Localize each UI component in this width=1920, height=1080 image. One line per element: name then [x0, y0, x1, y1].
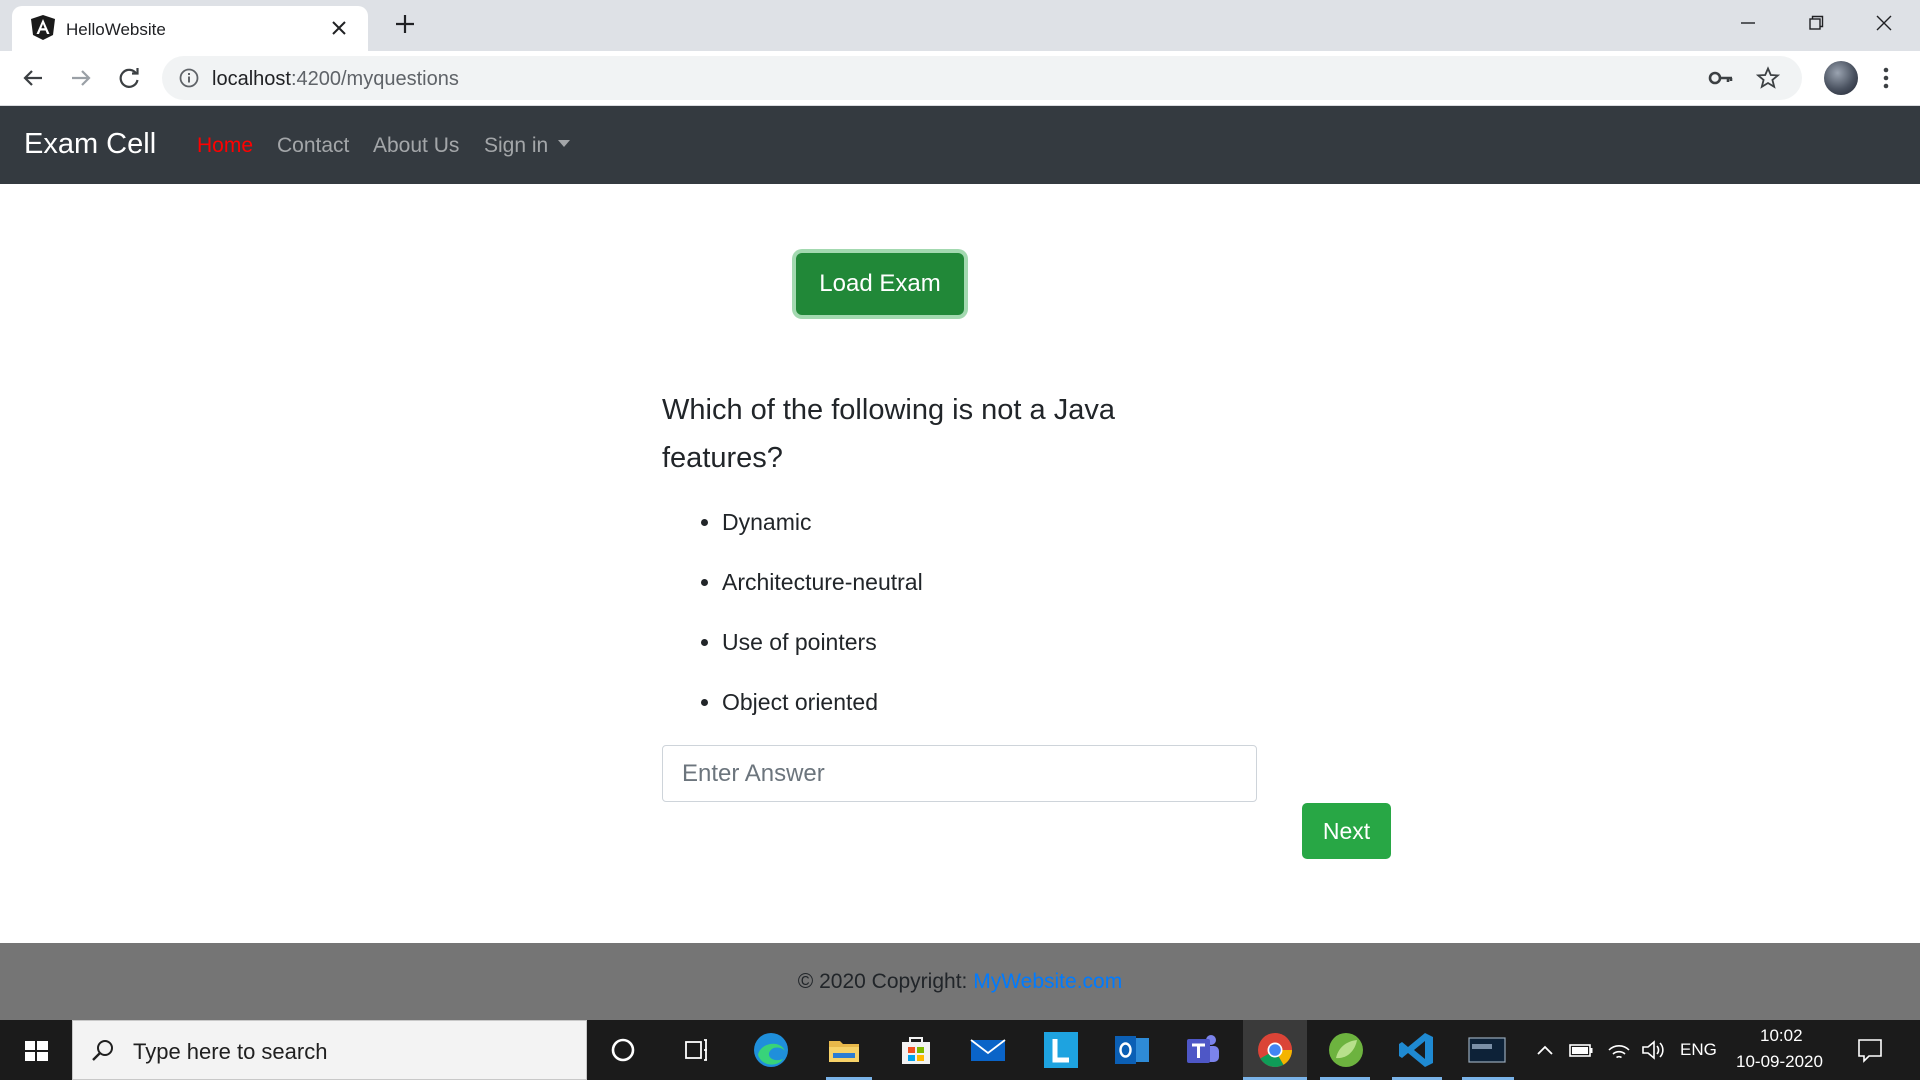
browser-menu-icon[interactable] [1874, 65, 1898, 91]
chevron-down-icon [558, 139, 571, 147]
windows-taskbar: Type here to search ENG 10:02 10-09-2020 [0, 1020, 1920, 1080]
option-item: Object oriented [722, 678, 923, 738]
spring-icon[interactable] [1325, 1029, 1367, 1071]
option-item: Use of pointers [722, 618, 923, 678]
file-explorer-icon[interactable] [823, 1029, 865, 1071]
close-window-icon[interactable] [1864, 8, 1904, 38]
tab-title: HelloWebsite [66, 20, 166, 39]
language-indicator[interactable]: ENG [1680, 1040, 1717, 1060]
battery-icon[interactable] [1568, 1040, 1594, 1060]
url-host: localhost [212, 68, 291, 90]
clock-time[interactable]: 10:02 [1760, 1026, 1803, 1046]
windows-start-icon[interactable] [0, 1020, 72, 1080]
chrome-icon[interactable] [1254, 1029, 1296, 1071]
option-item: Dynamic [722, 498, 923, 558]
wifi-icon[interactable] [1606, 1038, 1632, 1062]
l-app-icon[interactable] [1040, 1029, 1082, 1071]
volume-icon[interactable] [1640, 1038, 1666, 1062]
store-icon[interactable] [895, 1029, 937, 1071]
footer-website-link[interactable]: MyWebsite.com [973, 970, 1122, 993]
profile-avatar[interactable] [1824, 61, 1858, 95]
url-path: :4200/myquestions [290, 68, 459, 90]
url-text: localhost:4200/myquestions [212, 68, 459, 91]
copyright-text: © 2020 Copyright: MyWebsite.com [0, 970, 1920, 994]
question-text: Which of the following is not a Java fea… [662, 394, 1115, 474]
close-tab-icon[interactable] [328, 17, 350, 39]
browser-tab-strip: HelloWebsite [0, 0, 1920, 51]
sign-in-label: Sign in [484, 134, 549, 157]
chevron-up-icon[interactable] [1534, 1040, 1556, 1060]
mysql-icon[interactable] [1466, 1029, 1508, 1071]
restore-icon[interactable] [1796, 8, 1836, 38]
reload-icon[interactable] [114, 63, 144, 93]
nav-dropdown-sign-in[interactable]: Sign in [484, 134, 571, 158]
minimize-icon[interactable] [1728, 8, 1768, 38]
address-bar[interactable]: localhost:4200/myquestions [162, 56, 1802, 100]
teams-icon[interactable] [1182, 1029, 1224, 1071]
edge-icon[interactable] [750, 1029, 792, 1071]
cortana-icon[interactable] [602, 1029, 644, 1071]
forward-icon[interactable] [66, 63, 96, 93]
load-exam-button[interactable]: Load Exam [796, 253, 964, 315]
angular-icon [31, 15, 55, 40]
site-info-icon[interactable] [178, 67, 200, 89]
search-icon [92, 1040, 113, 1061]
next-button[interactable]: Next [1302, 803, 1391, 859]
search-placeholder: Type here to search [133, 1039, 328, 1064]
mail-icon[interactable] [967, 1029, 1009, 1071]
outlook-icon[interactable] [1111, 1029, 1153, 1071]
vscode-icon[interactable] [1396, 1029, 1438, 1071]
task-view-icon[interactable] [675, 1029, 717, 1071]
browser-toolbar: localhost:4200/myquestions [0, 51, 1920, 106]
clock-date[interactable]: 10-09-2020 [1736, 1052, 1823, 1072]
answer-input[interactable] [662, 745, 1257, 802]
browser-tab[interactable]: HelloWebsite [12, 6, 368, 51]
option-item: Architecture-neutral [722, 558, 923, 618]
back-icon[interactable] [18, 63, 48, 93]
answer-options-list: Dynamic Architecture-neutral Use of poin… [662, 498, 923, 738]
page-footer: © 2020 Copyright: MyWebsite.com [0, 943, 1920, 1020]
nav-link-about-us[interactable]: About Us [373, 134, 459, 158]
nav-link-home[interactable]: Home [197, 134, 253, 158]
new-tab-icon[interactable] [392, 11, 418, 37]
copyright-prefix: © 2020 Copyright: [797, 970, 968, 993]
site-navbar: Exam Cell Home Contact About Us Sign in [0, 106, 1920, 184]
navbar-brand[interactable]: Exam Cell [24, 128, 156, 161]
nav-link-contact[interactable]: Contact [277, 134, 349, 158]
bookmark-star-icon[interactable] [1756, 66, 1780, 90]
key-icon[interactable] [1708, 67, 1734, 89]
notification-icon[interactable] [1856, 1036, 1884, 1064]
taskbar-search-box[interactable]: Type here to search [72, 1020, 587, 1080]
